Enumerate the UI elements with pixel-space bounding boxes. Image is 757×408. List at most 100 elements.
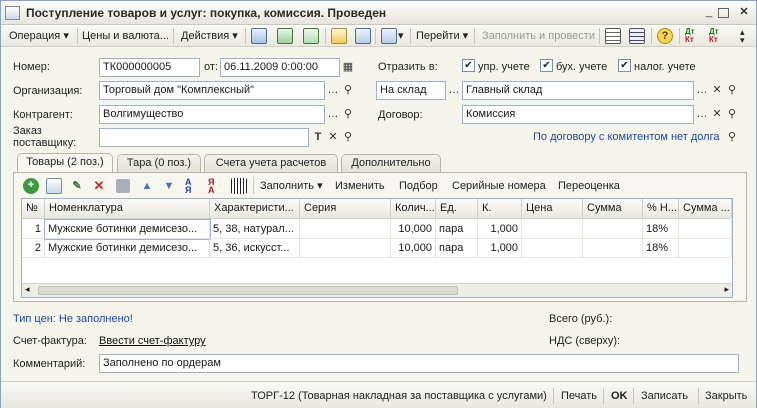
tab-settlement-accounts[interactable]: Счета учета расчетов [204, 154, 338, 172]
unpost-icon[interactable] [355, 28, 371, 44]
toolbar-more-icon[interactable]: ▴ ▾ [740, 28, 745, 45]
table-cell-amount[interactable] [583, 239, 643, 258]
tab-additional[interactable]: Дополнительно [341, 154, 441, 172]
table-cell-characteristic[interactable]: 5, 36, искусст... [210, 239, 300, 258]
post-icon[interactable] [331, 28, 347, 44]
goto-menu[interactable]: Перейти ▾ [416, 28, 468, 44]
mgmt-accounting-checkbox[interactable]: ✔ [462, 59, 475, 72]
end-edit-icon[interactable] [116, 179, 130, 193]
table-cell-series[interactable] [300, 239, 391, 258]
contractor-search-icon[interactable]: ⚲ [341, 106, 355, 123]
warehouse-field[interactable]: Главный склад [462, 81, 694, 100]
contract-select-icon[interactable]: … [695, 106, 709, 123]
scrollbar-thumb[interactable] [38, 286, 458, 295]
order-search-icon[interactable]: ⚲ [341, 129, 355, 146]
number-field[interactable]: ТК000000005 [99, 58, 200, 77]
warehouse-search-icon[interactable]: ⚲ [725, 82, 739, 99]
ok-button[interactable]: OK [611, 388, 628, 404]
table-cell-unit[interactable]: пара [436, 220, 478, 239]
organization-field[interactable]: Торговый дом "Комплексный" [99, 81, 325, 100]
warehouse-type-field[interactable]: На склад [376, 81, 446, 100]
help-icon[interactable]: ? [657, 28, 673, 44]
table-cell-item[interactable]: Мужские ботинки демисезо... [45, 239, 210, 258]
based-on-icon[interactable] [381, 28, 397, 44]
table-row-number[interactable]: 2 [22, 239, 45, 258]
table-cell-characteristic[interactable]: 5, 38, натурал... [210, 220, 300, 239]
sort-desc-icon[interactable]: ЯA [208, 178, 224, 195]
fill-and-post-button[interactable]: Заполнить и провести [482, 28, 595, 44]
save-button[interactable]: Записать [641, 388, 688, 404]
tax-accounting-checkbox[interactable]: ✔ [618, 59, 631, 72]
column-header[interactable]: К. [478, 199, 522, 219]
organization-search-icon[interactable]: ⚲ [341, 82, 355, 99]
table-cell-item[interactable]: Мужские ботинки демисезо... [44, 219, 211, 240]
table-cell-price[interactable] [522, 220, 583, 239]
prices-button[interactable]: Цены и валюта... [82, 28, 169, 44]
copy-row-icon[interactable] [46, 178, 62, 194]
minimize-icon[interactable]: _ [701, 5, 717, 20]
goods-table[interactable]: № Номенклатура Характеристи... Серия Кол… [21, 198, 733, 298]
table-cell-vat-amount[interactable] [679, 239, 732, 258]
table-cell-coefficient[interactable]: 1,000 [478, 239, 522, 258]
table-cell-price[interactable] [522, 239, 583, 258]
tab-goods[interactable]: Товары (2 поз.) [17, 153, 113, 173]
table-cell-unit[interactable]: пара [436, 239, 478, 258]
serial-numbers-button[interactable]: Серийные номера [452, 177, 546, 195]
warehouse-type-select-icon[interactable]: … [447, 82, 461, 99]
column-header[interactable]: % Н... [643, 199, 679, 219]
price-type-link[interactable]: Тип цен: Не заполнено! [13, 313, 133, 325]
date-field[interactable]: 06.11.2009 0:00:00 [220, 58, 340, 77]
table-row-number[interactable]: 1 [22, 220, 45, 239]
structure-icon[interactable] [251, 28, 267, 44]
commission-debt-link[interactable]: По договору с комитентом нет долга [533, 131, 720, 143]
revaluation-button[interactable]: Переоценка [558, 177, 620, 195]
comment-field[interactable]: Заполнено по ордерам [99, 354, 739, 373]
tab-containers[interactable]: Тара (0 поз.) [117, 154, 201, 172]
column-header[interactable]: № [22, 199, 45, 219]
table-cell-quantity[interactable]: 10,000 [391, 220, 436, 239]
close-icon[interactable]: ✕ [736, 5, 752, 20]
table-cell-coefficient[interactable]: 1,000 [478, 220, 522, 239]
actions-menu[interactable]: Действия ▾ [181, 28, 238, 44]
column-header[interactable]: Цена [522, 199, 583, 219]
order-field[interactable] [99, 128, 309, 147]
change-button[interactable]: Изменить [335, 177, 385, 195]
barcode-icon[interactable] [231, 178, 247, 194]
order-clear-icon[interactable]: ✕ [326, 129, 340, 146]
table-cell-quantity[interactable]: 10,000 [391, 239, 436, 258]
column-header[interactable]: Колич... [391, 199, 436, 219]
column-header[interactable]: Сумма [583, 199, 643, 219]
table-cell-amount[interactable] [583, 220, 643, 239]
close-button[interactable]: Закрыть [705, 388, 747, 404]
table-cell-vat-rate[interactable]: 18% [643, 220, 679, 239]
horizontal-scrollbar[interactable]: ◂ ▸ [22, 283, 732, 297]
copy-icon[interactable] [303, 28, 319, 44]
postings-icon[interactable]: Дт Кт [685, 28, 701, 44]
list-icon[interactable] [605, 28, 621, 44]
edit-row-icon[interactable]: ✎ [69, 178, 85, 194]
order-text-icon[interactable]: T [311, 129, 325, 146]
accounting-checkbox[interactable]: ✔ [540, 59, 553, 72]
contract-field[interactable]: Комиссия [462, 105, 694, 124]
torg12-print-button[interactable]: ТОРГ-12 (Товарная накладная за поставщик… [251, 388, 547, 404]
column-header[interactable]: Характеристи... [210, 199, 300, 219]
refresh-icon[interactable] [277, 28, 293, 44]
column-header[interactable]: Сумма ... [679, 199, 732, 219]
delete-row-icon[interactable]: ✕ [91, 178, 107, 194]
column-header[interactable]: Номенклатура [45, 199, 210, 219]
warehouse-clear-icon[interactable]: ✕ [710, 82, 724, 99]
organization-select-icon[interactable]: … [326, 82, 340, 99]
contract-clear-icon[interactable]: ✕ [710, 106, 724, 123]
contract-search-icon[interactable]: ⚲ [725, 106, 739, 123]
move-up-icon[interactable]: ▲ [139, 178, 155, 194]
column-header[interactable]: Серия [300, 199, 391, 219]
selection-button[interactable]: Подбор [399, 177, 438, 195]
contractor-select-icon[interactable]: … [326, 106, 340, 123]
commission-search-icon[interactable]: ⚲ [725, 129, 739, 146]
add-row-icon[interactable]: + [23, 178, 39, 194]
calendar-icon[interactable]: ▦ [341, 59, 355, 76]
warehouse-select-icon[interactable]: … [695, 82, 709, 99]
scroll-right-icon[interactable]: ▸ [724, 284, 729, 295]
journal-icon[interactable] [629, 28, 645, 44]
fill-menu[interactable]: Заполнить ▾ [260, 177, 323, 195]
